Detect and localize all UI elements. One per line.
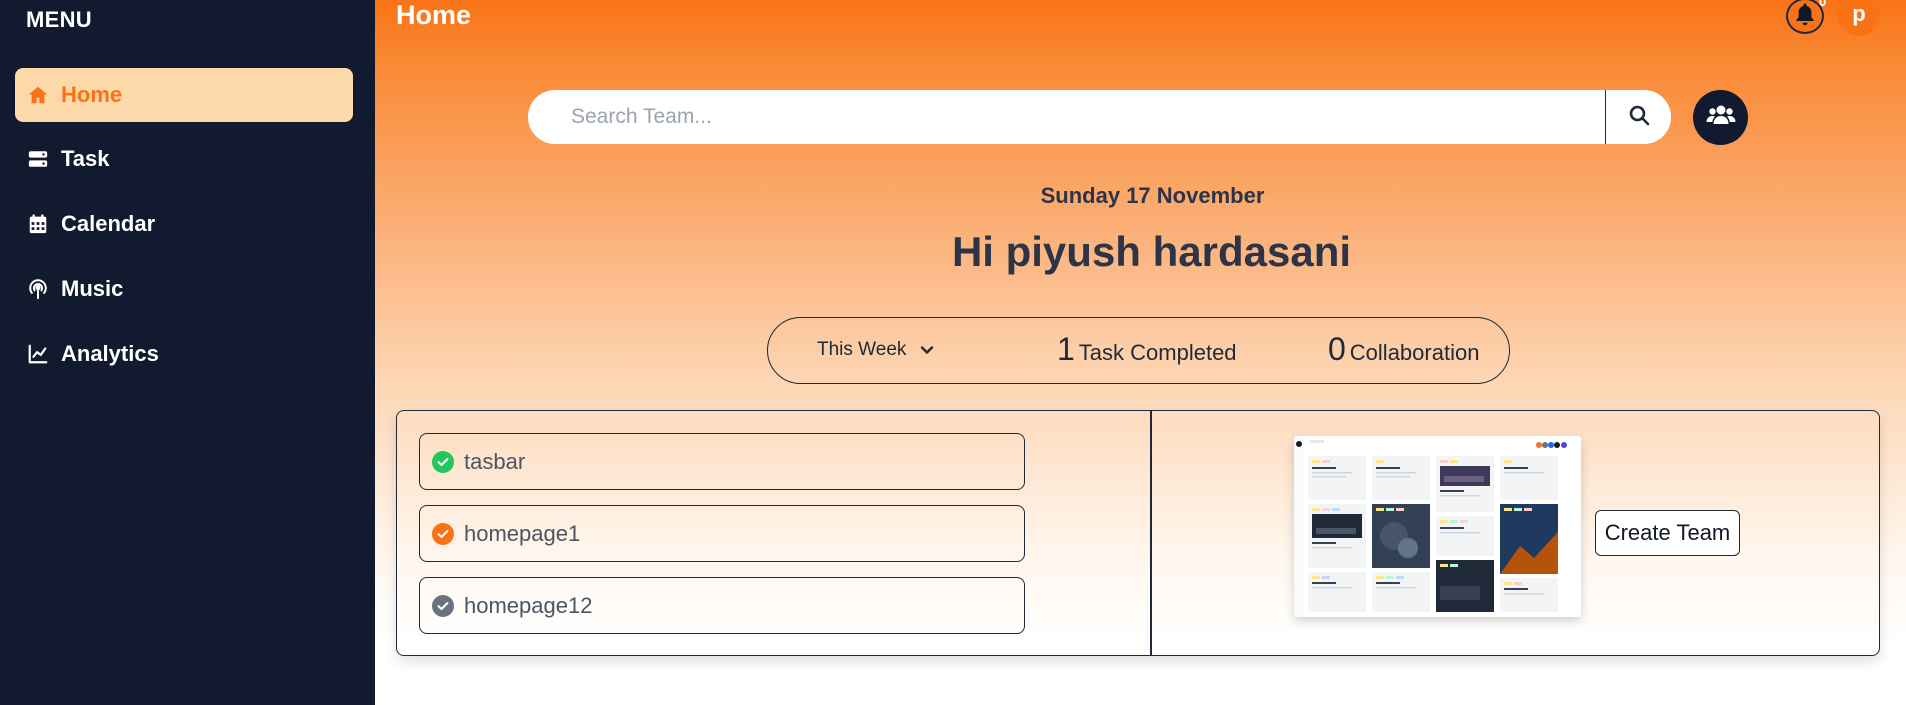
home-icon <box>25 82 51 108</box>
sidebar-item-calendar[interactable]: Calendar <box>15 197 353 251</box>
check-circle-icon <box>432 450 454 473</box>
collaboration-stat: 0 Collaboration <box>1328 331 1479 368</box>
collaboration-count: 0 <box>1328 331 1346 367</box>
sidebar-item-label: Task <box>61 146 110 171</box>
period-label: This Week <box>817 339 907 360</box>
bell-icon <box>1794 2 1816 31</box>
chart-line-icon <box>25 341 51 367</box>
tasks-completed-count: 1 <box>1057 331 1075 367</box>
tasks-completed-label: Task Completed <box>1078 340 1237 365</box>
task-item[interactable]: homepage12 <box>419 577 1025 634</box>
sidebar-item-home[interactable]: Home <box>15 68 353 122</box>
menu-title: MENU <box>26 7 92 32</box>
sidebar-item-label: Analytics <box>61 341 159 366</box>
search-icon <box>1627 103 1651 132</box>
calendar-icon <box>25 211 51 237</box>
team-preview-image <box>1294 436 1581 617</box>
page-title: Home <box>396 0 472 30</box>
users-icon <box>1706 103 1736 132</box>
podcast-icon <box>25 276 51 302</box>
create-team-button[interactable]: Create Team <box>1595 510 1740 556</box>
greeting-heading: Hi piyush hardasani <box>375 228 1906 276</box>
avatar[interactable]: p <box>1838 0 1880 36</box>
task-name: tasbar <box>464 448 526 474</box>
search-bar <box>528 90 1671 144</box>
task-item[interactable]: tasbar <box>419 433 1025 490</box>
greeting-text: Hi piyush hardasani <box>951 228 1352 275</box>
sidebar-item-task[interactable]: Task <box>15 132 353 186</box>
sidebar-item-label: Music <box>61 276 124 301</box>
sidebar-item-label: Home <box>61 82 123 107</box>
sidebar-item-music[interactable]: Music <box>15 262 353 316</box>
sidebar-item-analytics[interactable]: Analytics <box>15 327 353 381</box>
main-content: Home 0 p Sunday 17 November Hi piyush ha… <box>375 0 1906 705</box>
team-button[interactable] <box>1693 90 1748 145</box>
collaboration-label: Collaboration <box>1349 340 1480 365</box>
check-circle-icon <box>432 594 454 617</box>
server-icon <box>25 146 51 172</box>
task-name: homepage12 <box>464 592 593 618</box>
search-button[interactable] <box>1605 90 1671 144</box>
stats-summary: This Week 1 Task Completed 0 Collaborati… <box>767 317 1510 384</box>
app-preview-thumbnail <box>1294 436 1581 617</box>
task-item[interactable]: homepage1 <box>419 505 1025 562</box>
chevron-down-icon <box>906 339 934 361</box>
notification-count: 0 <box>1819 0 1827 9</box>
date-text: Sunday 17 November <box>375 183 1906 209</box>
date-label: Sunday 17 November <box>1040 183 1265 208</box>
tasks-teams-panel: tasbar homepage1 homepage12 Create Team <box>396 410 1880 656</box>
panel-divider <box>1150 411 1152 655</box>
period-dropdown[interactable]: This Week <box>817 339 934 361</box>
search-input[interactable] <box>528 90 1605 144</box>
tasks-completed-stat: 1 Task Completed <box>1057 331 1237 368</box>
task-name: homepage1 <box>464 520 581 546</box>
sidebar: MENU Home Task Calendar Music Analytics <box>0 0 375 705</box>
sidebar-item-label: Calendar <box>61 211 156 236</box>
check-circle-icon <box>432 522 454 545</box>
